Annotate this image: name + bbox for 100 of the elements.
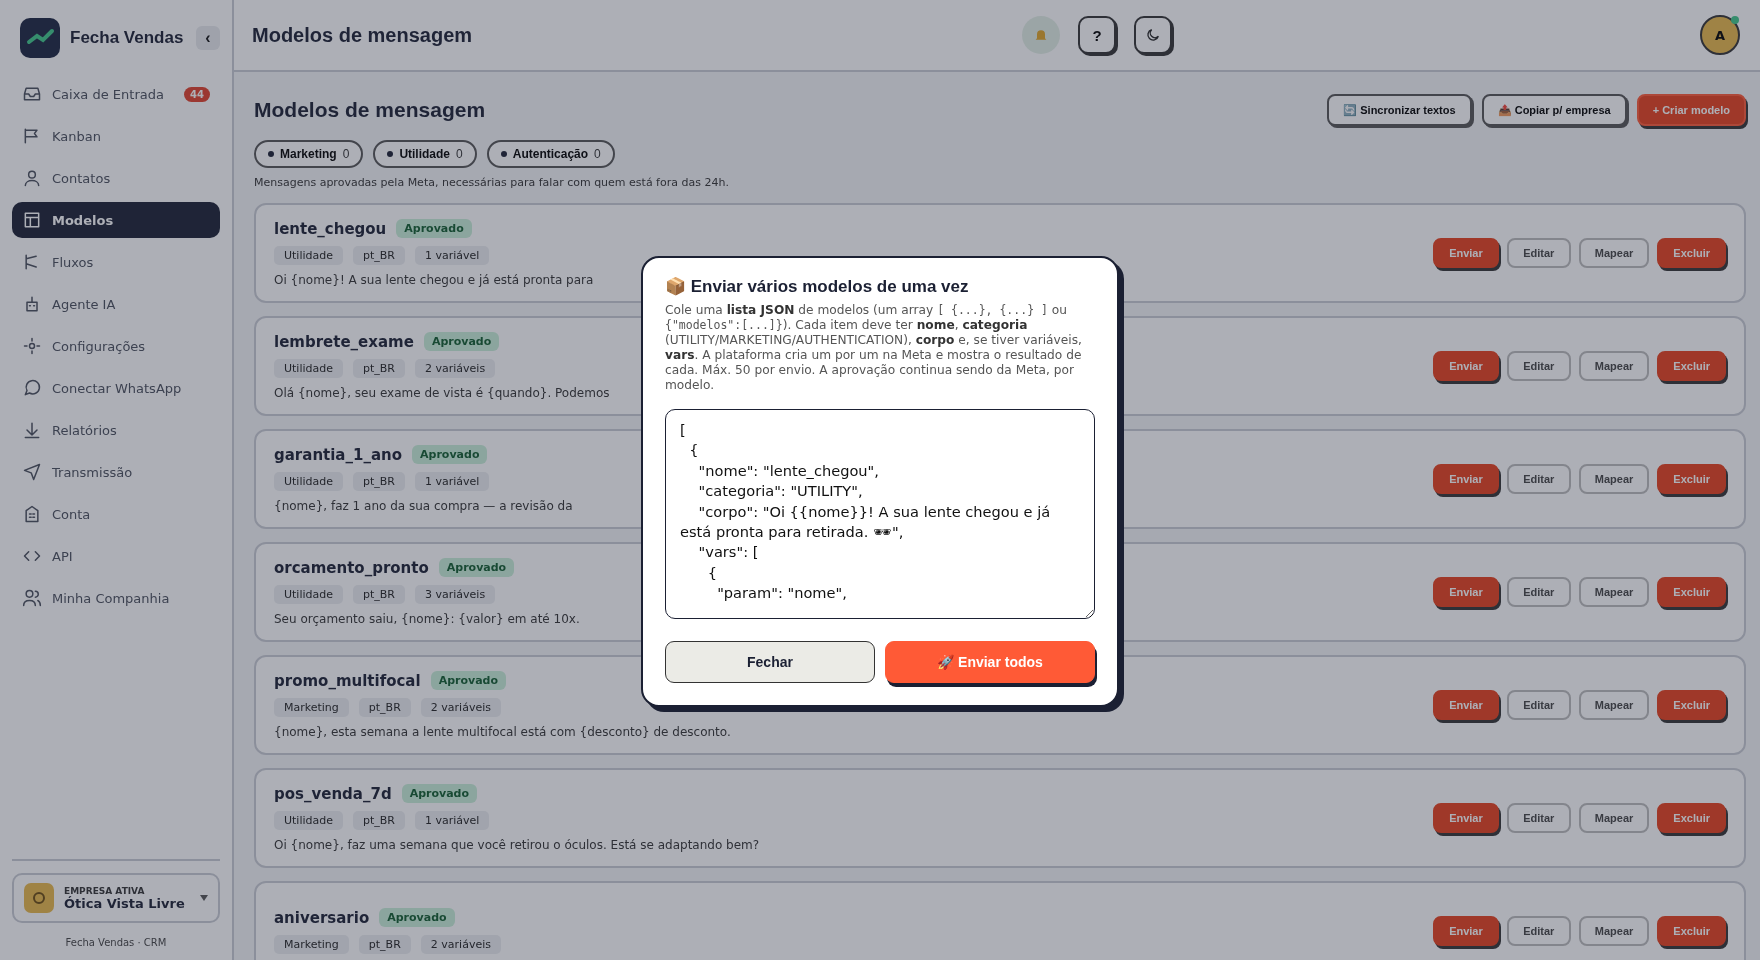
row-action-button[interactable]: Excluir xyxy=(1657,464,1726,494)
sidebar-item[interactable]: Fluxos xyxy=(12,244,220,280)
sidebar-item[interactable]: Transmissão xyxy=(12,454,220,490)
section-title: Modelos de mensagem xyxy=(254,98,486,122)
tag: pt_BR xyxy=(353,246,405,265)
sidebar-item[interactable]: Modelos xyxy=(12,202,220,238)
tag: Marketing xyxy=(274,698,349,717)
row-action-button[interactable]: Enviar xyxy=(1433,351,1499,381)
users-icon xyxy=(22,588,42,608)
template-preview: Oi {nome}, faz uma semana que você retirou o óculos. Está se adaptando bem? xyxy=(274,838,760,852)
row-action-button[interactable]: Mapear xyxy=(1578,464,1650,494)
tag: 2 variáveis xyxy=(415,359,496,378)
gear-icon xyxy=(22,336,42,356)
template-name: pos_venda_7d xyxy=(274,784,392,803)
sidebar-item[interactable]: Agente IA xyxy=(12,286,220,322)
row-action-button[interactable]: Mapear xyxy=(1578,690,1650,720)
help-button[interactable]: ? xyxy=(1078,16,1116,54)
company-switcher[interactable]: EMPRESA ATIVA Ótica Vista Livre xyxy=(12,873,220,923)
modal-description: Cole uma lista JSON de modelos (um array [ {...}, {...} ] ou {"modelos":[...]}). Cada item deve ter nome, categoria (UTILITY/MARKETING/AUTHENTICATION), corpo e, se tiver variáveis, vars. A plataforma cria um por um na Meta e mostra o resultado de cada. Máx. 50 por envio. A aprovação continua sendo da Meta, por modelo. xyxy=(665,303,1083,393)
sidebar-item[interactable]: Conectar WhatsApp xyxy=(12,370,220,406)
theme-button[interactable] xyxy=(1134,16,1172,54)
filter-chip[interactable]: Autenticação 0 xyxy=(486,140,615,168)
sidebar-item[interactable]: Contatos xyxy=(12,160,220,196)
tag: Utilidade xyxy=(274,585,343,604)
sidebar-item[interactable]: Conta xyxy=(12,496,220,532)
sidebar-item[interactable]: Kanban xyxy=(12,118,220,154)
row-action-button[interactable]: Excluir xyxy=(1657,916,1726,946)
status-badge: Aprovado xyxy=(401,784,478,803)
tag: 1 variável xyxy=(415,472,490,491)
status-badge: Aprovado xyxy=(396,219,472,238)
template-name: garantia_1_ano xyxy=(274,445,403,464)
status-badge: Aprovado xyxy=(379,908,455,927)
store-icon xyxy=(24,883,54,913)
row-action-button[interactable]: Enviar xyxy=(1433,577,1499,607)
row-action-button[interactable]: Enviar xyxy=(1433,690,1499,720)
layout-icon xyxy=(22,210,42,230)
sidebar-item[interactable]: Caixa de Entrada 44 xyxy=(12,76,220,112)
row-action-button[interactable]: Mapear xyxy=(1578,916,1650,946)
tag: 1 variável xyxy=(415,811,490,830)
row-action-button[interactable]: Editar xyxy=(1506,577,1571,607)
row-action-button[interactable]: Enviar xyxy=(1433,464,1499,494)
bell-icon xyxy=(1033,27,1049,43)
user-icon xyxy=(22,168,42,188)
row-action-button[interactable]: Mapear xyxy=(1578,238,1650,268)
status-badge: Aprovado xyxy=(423,332,500,351)
company-name: Ótica Vista Livre xyxy=(64,895,186,911)
filter-chip[interactable]: Marketing 0 xyxy=(254,140,364,168)
sidebar-item[interactable]: Relatórios xyxy=(12,412,220,448)
template-name: lembrete_exame xyxy=(274,332,414,351)
row-action-button[interactable]: Excluir xyxy=(1657,690,1726,720)
row-action-button[interactable]: Excluir xyxy=(1657,351,1726,381)
json-input-field[interactable]: [ { "nome": "lente_chegou", "categoria": "UTILITY", "corpo": "Oi {{nome}}! A sua lente chegou e já está pronta para retirada. 🕶", "vars": [ { "param": "nome", xyxy=(665,409,1095,619)
subtitle: Mensagens aprovadas pela Meta, necessárias para falar com quem está fora das 24h. xyxy=(254,176,730,189)
download-icon xyxy=(22,420,42,440)
moon-icon xyxy=(1145,27,1161,43)
tag: 2 variáveis xyxy=(420,698,501,717)
action-button[interactable]: + Criar modelo xyxy=(1636,94,1746,126)
row-action-button[interactable]: Editar xyxy=(1506,916,1571,946)
row-action-button[interactable]: Enviar xyxy=(1433,916,1499,946)
row-action-button[interactable]: Editar xyxy=(1506,690,1571,720)
row-action-button[interactable]: Excluir xyxy=(1657,577,1726,607)
row-action-button[interactable]: Mapear xyxy=(1578,577,1650,607)
row-action-button[interactable]: Mapear xyxy=(1578,351,1650,381)
row-action-button[interactable]: Excluir xyxy=(1657,238,1726,268)
row-action-button[interactable]: Editar xyxy=(1506,803,1571,833)
tag: pt_BR xyxy=(358,698,411,717)
row-action-button[interactable]: Excluir xyxy=(1657,803,1726,833)
collapse-button[interactable]: ‹ xyxy=(196,26,220,50)
row-action-button[interactable]: Enviar xyxy=(1433,803,1499,833)
sidebar-item[interactable]: API xyxy=(12,538,220,574)
tag: Utilidade xyxy=(274,246,343,265)
row-action-button[interactable]: Mapear xyxy=(1578,803,1650,833)
sidebar-item[interactable]: Configurações xyxy=(12,328,220,364)
tag: Utilidade xyxy=(274,359,343,378)
row-action-button[interactable]: Editar xyxy=(1506,238,1571,268)
row-action-button[interactable]: Editar xyxy=(1506,351,1571,381)
template-name: aniversario xyxy=(274,908,370,927)
close-button[interactable]: Fechar xyxy=(665,641,875,683)
sidebar-item[interactable]: Minha Companhia xyxy=(12,580,220,616)
logo-icon xyxy=(20,18,60,58)
tag: pt_BR xyxy=(353,359,405,378)
action-button[interactable]: 📤 Copiar p/ empresa xyxy=(1481,94,1627,126)
filter-chip[interactable]: Utilidade 0 xyxy=(373,140,477,168)
inbox-icon xyxy=(22,84,42,104)
status-badge: Aprovado xyxy=(430,671,507,690)
action-button[interactable]: 🔄 Sincronizar textos xyxy=(1327,94,1472,126)
status-badge: Aprovado xyxy=(438,558,515,577)
tag: pt_BR xyxy=(353,585,405,604)
tag: pt_BR xyxy=(358,935,411,954)
row-action-button[interactable]: Editar xyxy=(1506,464,1571,494)
modal-title: 📦 Enviar vários modelos de uma vez xyxy=(665,276,970,297)
template-preview: {nome}, esta semana a lente multifocal está com {desconto} de desconto. xyxy=(274,725,731,739)
template-preview: Seu orçamento saiu, {nome}: {valor} em até 10x. xyxy=(274,612,580,626)
template-name: promo_multifocal xyxy=(274,671,421,690)
tag: pt_BR xyxy=(353,472,405,491)
user-avatar[interactable]: A xyxy=(1700,15,1740,55)
version-text: Fecha Vendas · CRM xyxy=(65,937,167,948)
row-action-button[interactable]: Enviar xyxy=(1433,238,1499,268)
tag: 2 variáveis xyxy=(420,935,501,954)
tag: Marketing xyxy=(274,935,349,954)
